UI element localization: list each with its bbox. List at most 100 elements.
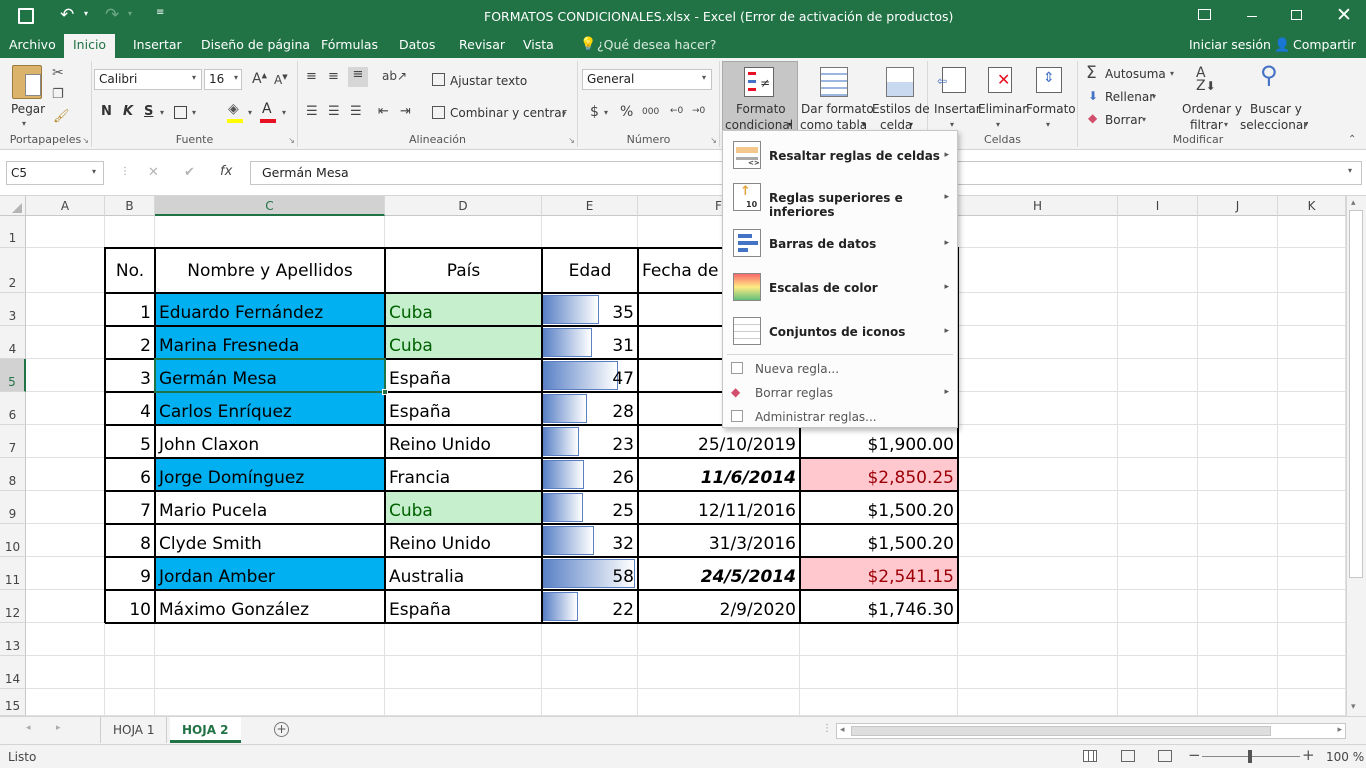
cell-edad[interactable]: 58 (542, 557, 638, 590)
increase-font-icon[interactable]: A▲ (252, 71, 267, 87)
fill-button[interactable]: Rellenar (1105, 90, 1154, 104)
cell-pais[interactable]: España (385, 392, 542, 425)
sort-filter-label-1[interactable]: Ordenar y (1182, 102, 1242, 116)
percent-button[interactable]: % (620, 104, 633, 120)
alignment-launcher-icon[interactable]: ↘ (568, 136, 575, 145)
font-name-box[interactable]: Calibri (94, 69, 202, 90)
insert-cells-icon[interactable]: ⇦ (937, 67, 966, 93)
font-color-icon[interactable]: A (262, 101, 272, 117)
row-header-1[interactable]: 1 (0, 216, 26, 248)
column-header-h[interactable]: H (958, 196, 1118, 216)
cell-pais[interactable]: Australia (385, 557, 542, 590)
signin-link[interactable]: Iniciar sesión (1180, 34, 1280, 58)
header-cell-no[interactable]: No. (105, 248, 155, 293)
customize-qat-icon[interactable]: ≡ (156, 7, 164, 18)
cell-edad[interactable]: 23 (542, 425, 638, 458)
cancel-entry-icon[interactable]: ✕ (148, 165, 159, 180)
menu-item-highlight-rules[interactable]: <> Resaltar reglas de celdas ▸ (723, 135, 957, 175)
number-launcher-icon[interactable]: ↘ (710, 136, 717, 145)
cell-pais[interactable]: Francia (385, 458, 542, 491)
copy-icon[interactable]: ❐ (52, 87, 64, 102)
name-box-dropdown-icon[interactable]: ▾ (92, 167, 96, 176)
cell-pais[interactable]: España (385, 359, 542, 392)
font-launcher-icon[interactable]: ↘ (288, 136, 295, 145)
tab-revisar[interactable]: Revisar (450, 34, 514, 58)
tab-datos[interactable]: Datos (390, 34, 444, 58)
tab-inicio[interactable]: Inicio (64, 34, 116, 58)
row-header-11[interactable]: 11 (0, 557, 26, 590)
row-header-12[interactable]: 12 (0, 590, 26, 623)
fill-button-dropdown-icon[interactable]: ▾ (1152, 92, 1156, 101)
ribbon-display-icon[interactable] (1198, 9, 1211, 20)
hscroll-right-icon[interactable]: ▸ (1337, 725, 1342, 735)
cell-nombre[interactable]: Clyde Smith (155, 524, 385, 557)
column-header-d[interactable]: D (385, 196, 542, 216)
cell-pais[interactable]: España (385, 590, 542, 623)
row-header-15[interactable]: 15 (0, 689, 26, 716)
minimize-icon[interactable] (1247, 16, 1257, 17)
decrease-indent-icon[interactable]: ⇤ (378, 104, 389, 119)
save-icon[interactable] (18, 8, 34, 24)
format-cells-label[interactable]: Formato (1026, 102, 1076, 116)
autosum-button[interactable]: Autosuma (1105, 67, 1166, 81)
font-size-dropdown-icon[interactable]: ▾ (234, 73, 238, 82)
cell-edad[interactable]: 31 (542, 326, 638, 359)
cell-edad[interactable]: 22 (542, 590, 638, 623)
row-header-7[interactable]: 7 (0, 425, 26, 458)
delete-cells-icon[interactable]: ✕ (988, 67, 1012, 93)
format-as-table-icon[interactable] (820, 67, 848, 97)
sort-filter-label-2[interactable]: filtrar (1190, 118, 1223, 132)
format-as-table-label-1[interactable]: Dar formato (801, 102, 874, 116)
decrease-decimal-icon[interactable]: →0 (692, 106, 705, 116)
cell-monto[interactable]: $1,500.20 (800, 491, 958, 524)
cell-monto[interactable]: $2,541.15 (800, 557, 958, 590)
menu-item-color-scales[interactable]: Escalas de color ▸ (723, 267, 957, 309)
cell-pais[interactable]: Cuba (385, 491, 542, 524)
underline-dropdown-icon[interactable]: ▾ (160, 108, 164, 117)
cell-fecha[interactable]: 12/11/2016 (638, 491, 800, 524)
column-header-k[interactable]: K (1278, 196, 1346, 216)
clipboard-launcher-icon[interactable]: ↘ (82, 136, 89, 145)
increase-decimal-icon[interactable]: ←0 (670, 106, 683, 116)
paste-icon[interactable] (12, 65, 42, 99)
cell-nombre[interactable]: Mario Pucela (155, 491, 385, 524)
cell-nombre[interactable]: Máximo González (155, 590, 385, 623)
cell-monto[interactable]: $1,746.30 (800, 590, 958, 623)
cell-fecha[interactable]: 31/3/2016 (638, 524, 800, 557)
clear-dropdown-icon[interactable]: ▾ (1142, 115, 1146, 124)
expand-formula-bar-icon[interactable]: ▾ (1348, 166, 1352, 175)
tab-diseno[interactable]: Diseño de página (192, 34, 319, 58)
header-cell-pais[interactable]: País (385, 248, 542, 293)
cell-nombre[interactable]: Jordan Amber (155, 557, 385, 590)
currency-dropdown-icon[interactable]: ▾ (604, 108, 608, 117)
sheet-tab-hoja2[interactable]: HOJA 2 (170, 717, 241, 743)
column-header-a[interactable]: A (26, 196, 105, 216)
fill-dropdown-icon[interactable]: ▾ (248, 108, 252, 117)
cell-styles-dropdown-icon[interactable]: ▾ (909, 120, 913, 129)
row-header-13[interactable]: 13 (0, 623, 26, 656)
align-center-icon[interactable]: ☰ (328, 104, 340, 119)
scroll-sheets-right-icon[interactable]: ▸ (56, 723, 61, 733)
cell-pais[interactable]: Reino Unido (385, 425, 542, 458)
zoom-out-icon[interactable]: − (1188, 746, 1201, 764)
menu-item-clear-rules[interactable]: ◆ Borrar reglas ▸ (723, 381, 957, 405)
cell-styles-icon[interactable] (886, 67, 914, 97)
clear-button[interactable]: Borrar (1105, 113, 1143, 127)
hscroll-thumb[interactable] (851, 726, 1271, 736)
tell-me-search[interactable]: ¿Qué desea hacer? (588, 34, 725, 58)
thousands-button[interactable]: 000 (642, 107, 659, 117)
cell-fecha[interactable]: 2/9/2020 (638, 590, 800, 623)
format-cells-icon[interactable]: ⇕ (1036, 67, 1062, 93)
tab-insertar[interactable]: Insertar (124, 34, 191, 58)
column-header-i[interactable]: I (1118, 196, 1198, 216)
find-select-label-1[interactable]: Buscar y (1250, 102, 1302, 116)
row-header-5[interactable]: 5 (0, 359, 26, 392)
cell-nombre[interactable]: Eduardo Fernández (155, 293, 385, 326)
row-header-4[interactable]: 4 (0, 326, 26, 359)
borders-dropdown-icon[interactable]: ▾ (192, 108, 196, 117)
row-header-9[interactable]: 9 (0, 491, 26, 524)
restore-icon[interactable] (1291, 10, 1302, 20)
zoom-slider-thumb[interactable] (1248, 750, 1252, 763)
menu-item-manage-rules[interactable]: Administrar reglas... (723, 405, 957, 429)
column-header-c[interactable]: C (155, 196, 385, 216)
